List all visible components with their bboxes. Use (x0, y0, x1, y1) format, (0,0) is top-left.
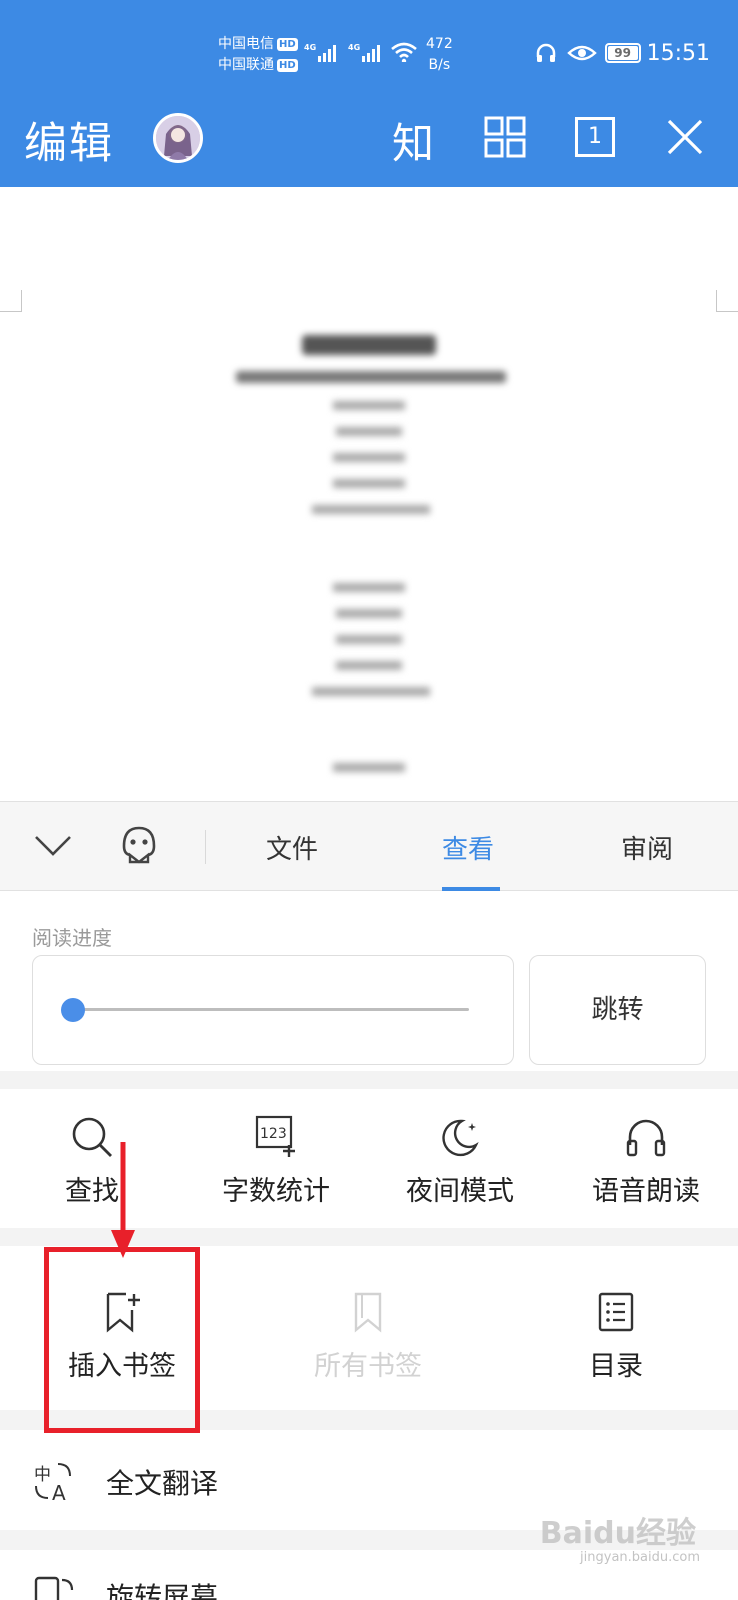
full-translate-label: 全文翻译 (106, 1467, 219, 1500)
find-label: 查找 (65, 1176, 119, 1207)
word-count-label: 字数统计 (222, 1176, 330, 1207)
progress-slider-track[interactable] (73, 1008, 469, 1011)
svg-text:中: 中 (34, 1465, 51, 1485)
chevron-down-icon[interactable] (34, 834, 72, 858)
eye-comfort-icon (566, 45, 597, 61)
list-icon (598, 1292, 634, 1332)
all-bookmarks-label: 所有书签 (314, 1351, 422, 1382)
wifi-icon (391, 42, 417, 62)
red-arrow-icon (111, 1142, 135, 1258)
tab-view[interactable]: 查看 (442, 829, 494, 866)
moon-icon (442, 1119, 479, 1157)
status-bar: 中国电信 HD 中国联通 HD 4G 4G 472 B/s 99 15:51 (0, 0, 738, 100)
read-aloud-button[interactable]: 语音朗读 (554, 1115, 738, 1208)
close-icon[interactable] (666, 118, 704, 156)
all-bookmarks-button[interactable]: 所有书签 (276, 1290, 460, 1383)
headphones-status-icon (536, 43, 555, 62)
page-count-button[interactable]: 1 (575, 117, 615, 157)
signal-4g-icon: 4G (348, 43, 380, 62)
rotate-screen-icon (34, 1576, 74, 1600)
find-button[interactable]: 查找 (0, 1115, 184, 1208)
document-preview (0, 187, 738, 801)
section-divider (0, 1071, 738, 1089)
watermark: Baidu经验 (539, 1516, 696, 1551)
doc-blurred-content (0, 331, 738, 795)
hd-badge: HD (277, 59, 298, 72)
reading-progress-box (32, 955, 514, 1065)
toc-label: 目录 (589, 1351, 643, 1382)
jump-button[interactable]: 跳转 (529, 955, 706, 1065)
status-right: 99 15:51 (535, 38, 710, 68)
toc-button[interactable]: 目录 (524, 1290, 708, 1383)
margin-corner-right (716, 290, 738, 312)
highlight-box (44, 1247, 200, 1433)
carrier-2: 中国联通 (218, 57, 274, 73)
watermark-url: jingyan.baidu.com (580, 1550, 700, 1565)
svg-text:A: A (52, 1481, 66, 1504)
signal-4g-icon: 4G (304, 43, 336, 62)
svg-text:123: 123 (260, 1126, 287, 1142)
svg-text:4G: 4G (348, 43, 360, 52)
svg-text:4G: 4G (304, 43, 316, 52)
clock: 15:51 (646, 40, 710, 66)
net-speed: 472 B/s (426, 34, 453, 76)
tab-review[interactable]: 审阅 (621, 829, 673, 866)
tab-file[interactable]: 文件 (266, 829, 318, 866)
rotate-screen-label: 旋转屏幕 (106, 1581, 219, 1600)
carrier-info: 中国电信 HD 中国联通 HD (218, 34, 298, 76)
avatar[interactable] (153, 113, 203, 163)
read-aloud-label: 语音朗读 (592, 1176, 700, 1207)
headphones-icon (626, 1119, 666, 1157)
page-title: 编辑 (24, 119, 114, 169)
top-bar: 中国电信 HD 中国联通 HD 4G 4G 472 B/s 99 15:51 编… (0, 0, 738, 187)
bookmark-icon (354, 1292, 382, 1333)
carrier-1: 中国电信 (218, 36, 274, 52)
blurred-text-lines (236, 335, 506, 772)
net-speed-value: 472 (426, 36, 453, 52)
grid-view-icon[interactable] (484, 116, 526, 158)
night-mode-label: 夜间模式 (406, 1176, 514, 1207)
battery-icon: 99 (604, 43, 641, 63)
progress-slider-thumb[interactable] (61, 998, 85, 1022)
hd-badge: HD (277, 38, 298, 51)
bottom-tab-bar: 文件 查看 审阅 (0, 801, 738, 891)
battery-level: 99 (607, 46, 638, 60)
divider (205, 830, 206, 864)
word-count-button[interactable]: 123 字数统计 (184, 1115, 368, 1208)
word-count-icon: 123 (255, 1115, 295, 1157)
reading-progress-label: 阅读进度 (32, 926, 112, 950)
avatar-image (156, 116, 200, 160)
translate-icon: 中 A (34, 1463, 71, 1504)
assistant-icon[interactable] (118, 824, 160, 866)
knowledge-button[interactable]: 知 (392, 110, 434, 171)
net-speed-unit: B/s (428, 57, 451, 73)
margin-corner-left (0, 290, 22, 312)
night-mode-button[interactable]: 夜间模式 (368, 1115, 552, 1208)
